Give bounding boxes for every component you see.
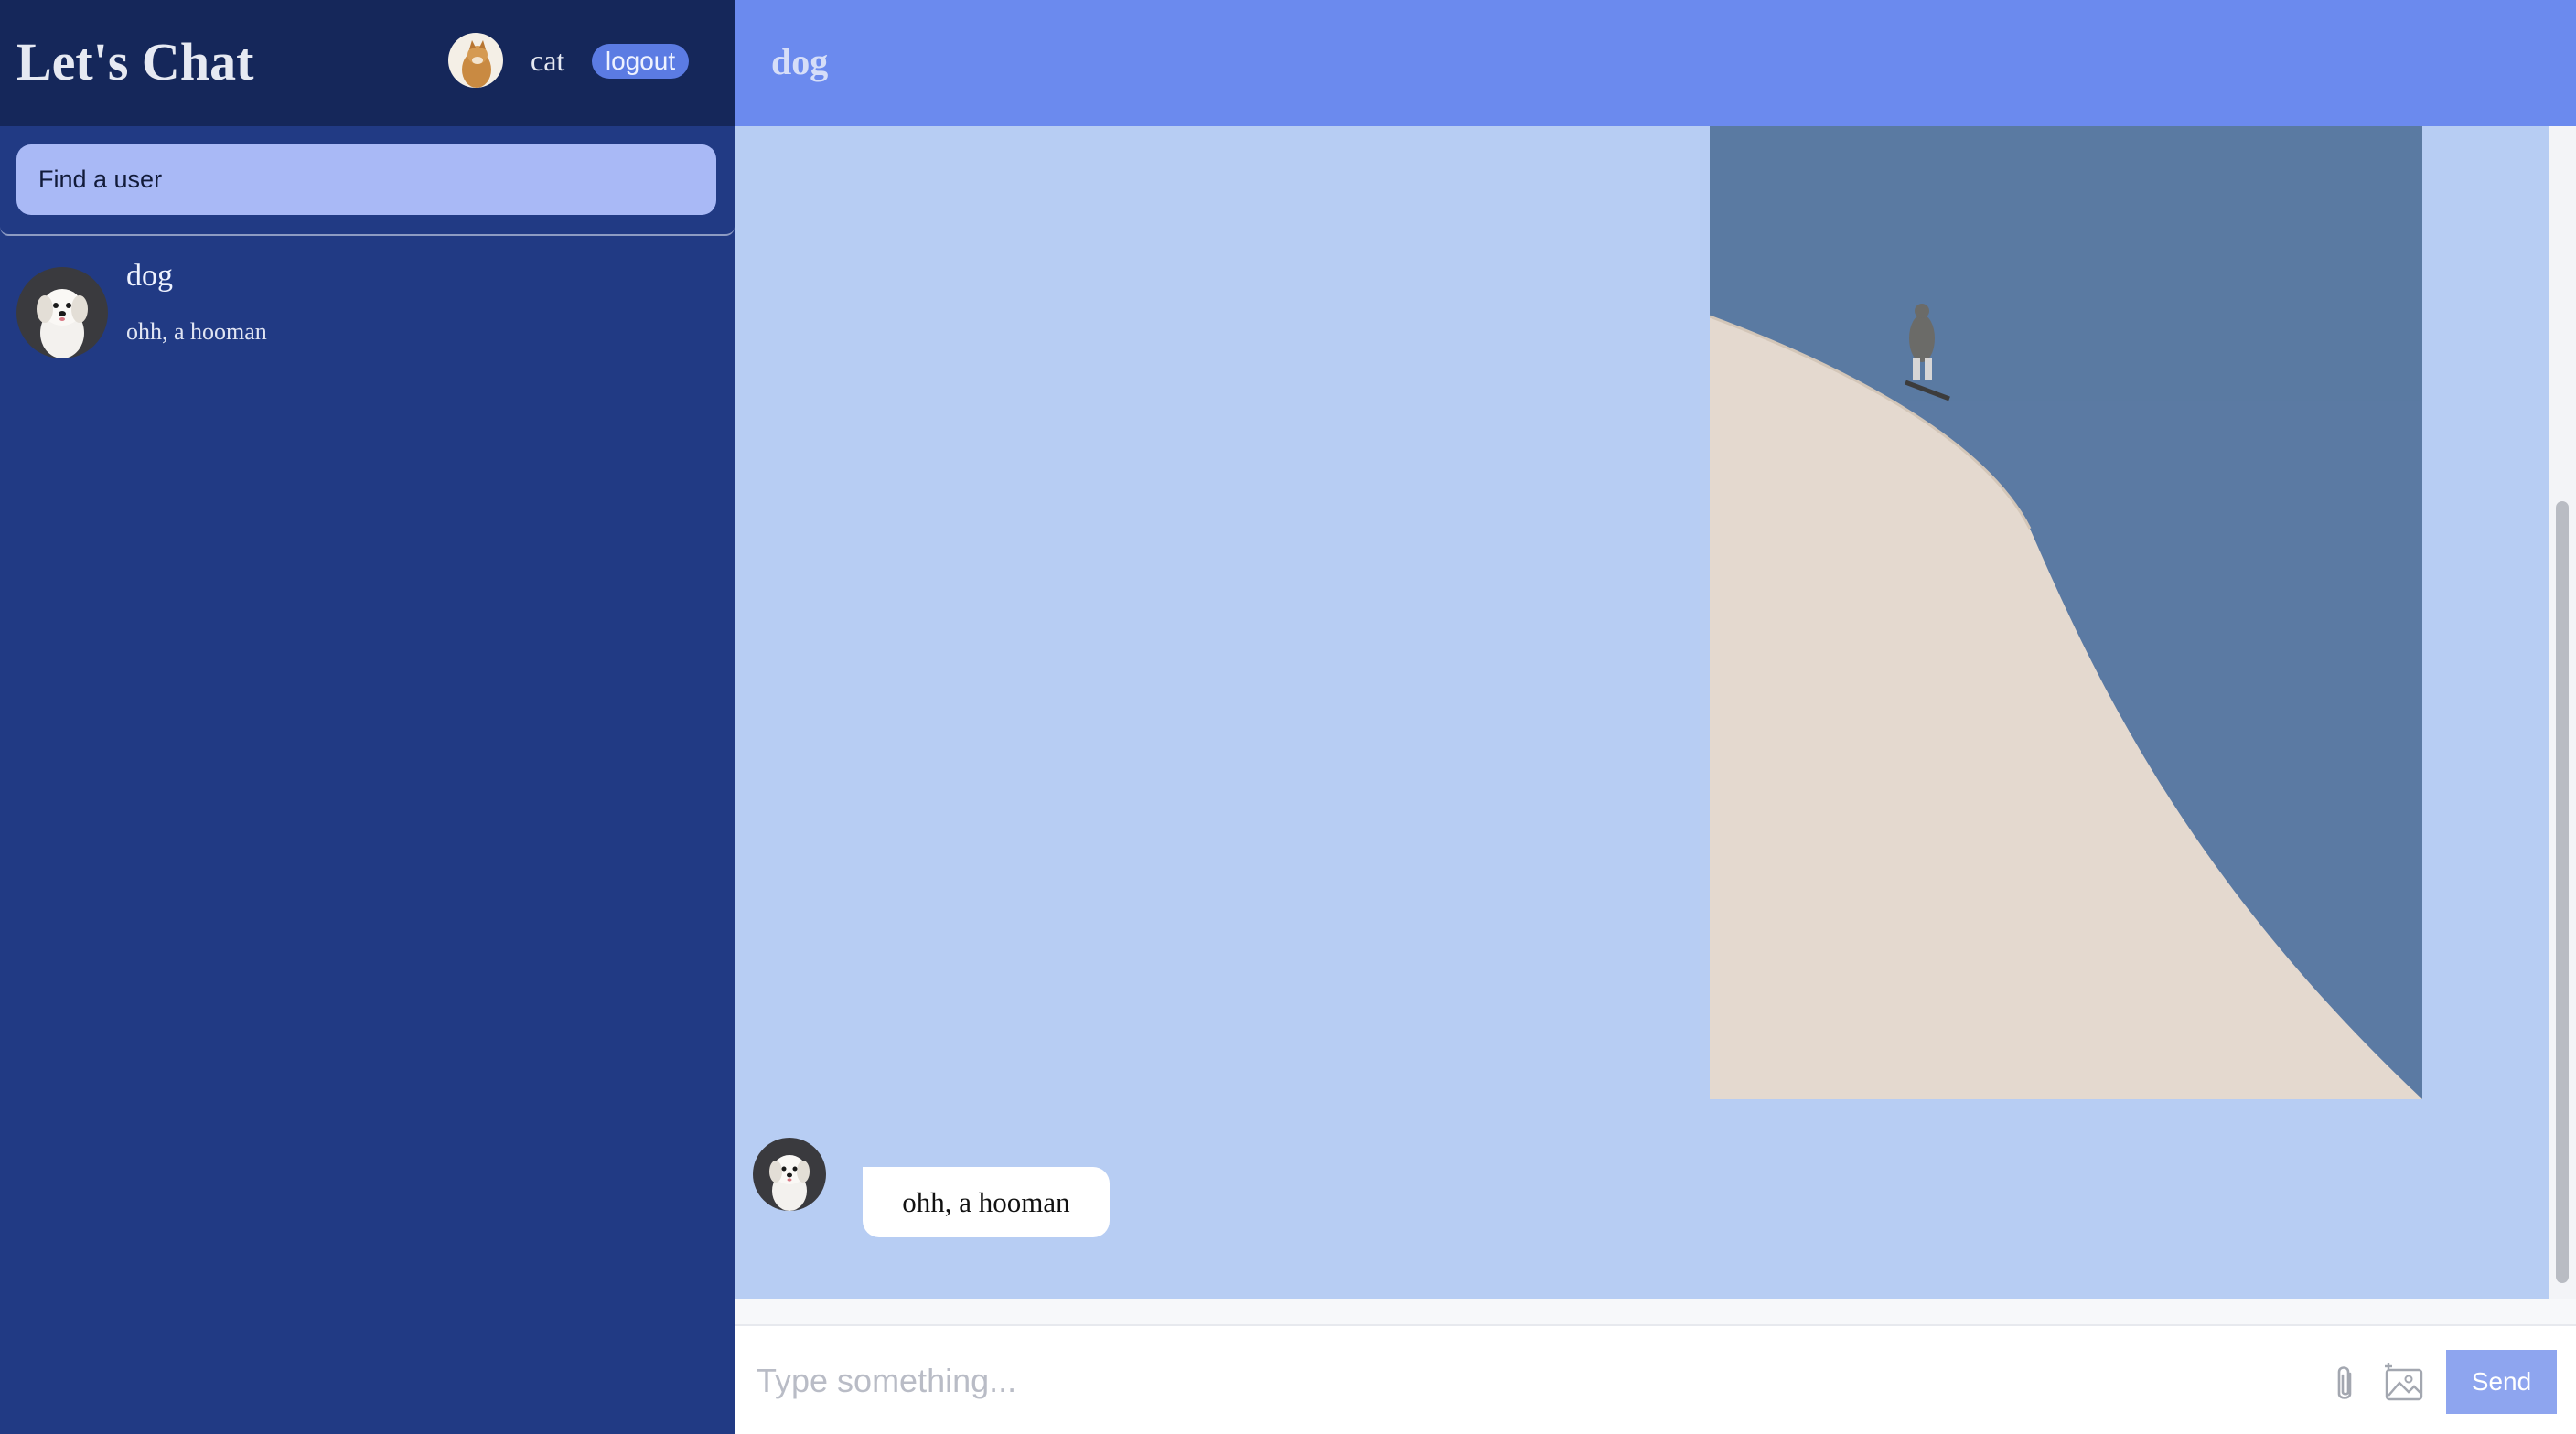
current-user-avatar bbox=[448, 33, 503, 88]
send-button[interactable]: Send bbox=[2446, 1350, 2557, 1414]
chat-item-preview: ohh, a hooman bbox=[126, 318, 267, 345]
chat-panel: dog ohh, a hooman Type something... Send bbox=[735, 0, 2576, 1434]
dog-avatar bbox=[16, 267, 108, 358]
message-input[interactable] bbox=[757, 1346, 2110, 1416]
message-bubble: ohh, a hooman bbox=[863, 1167, 1110, 1237]
attach-file-icon[interactable] bbox=[2326, 1363, 2363, 1407]
sidebar-header: Let's Chat cat logout bbox=[0, 0, 735, 126]
input-area: Send bbox=[735, 1324, 2576, 1434]
logout-button[interactable]: logout bbox=[592, 44, 689, 79]
message-list: ohh, a hooman bbox=[735, 126, 2549, 1299]
scrollbar[interactable] bbox=[2549, 126, 2576, 1299]
sidebar: Let's Chat cat logout Find a user dog oh… bbox=[0, 0, 735, 1434]
chat-title: dog bbox=[771, 41, 829, 82]
app-title: Let's Chat bbox=[16, 32, 254, 91]
add-image-icon[interactable] bbox=[2381, 1361, 2427, 1405]
search-box bbox=[16, 144, 716, 215]
chat-header: dog bbox=[735, 0, 2576, 126]
search-divider bbox=[0, 227, 735, 236]
find-user-input[interactable] bbox=[16, 144, 716, 215]
input-bar: Send bbox=[735, 1299, 2576, 1434]
chat-item-name: dog bbox=[126, 259, 173, 293]
current-user-name: cat bbox=[531, 44, 565, 77]
sender-avatar bbox=[753, 1138, 826, 1211]
chat-list-item[interactable]: dog ohh, a hooman bbox=[0, 258, 735, 369]
message-image[interactable] bbox=[1710, 126, 2422, 1099]
scrollbar-thumb[interactable] bbox=[2556, 501, 2569, 1283]
